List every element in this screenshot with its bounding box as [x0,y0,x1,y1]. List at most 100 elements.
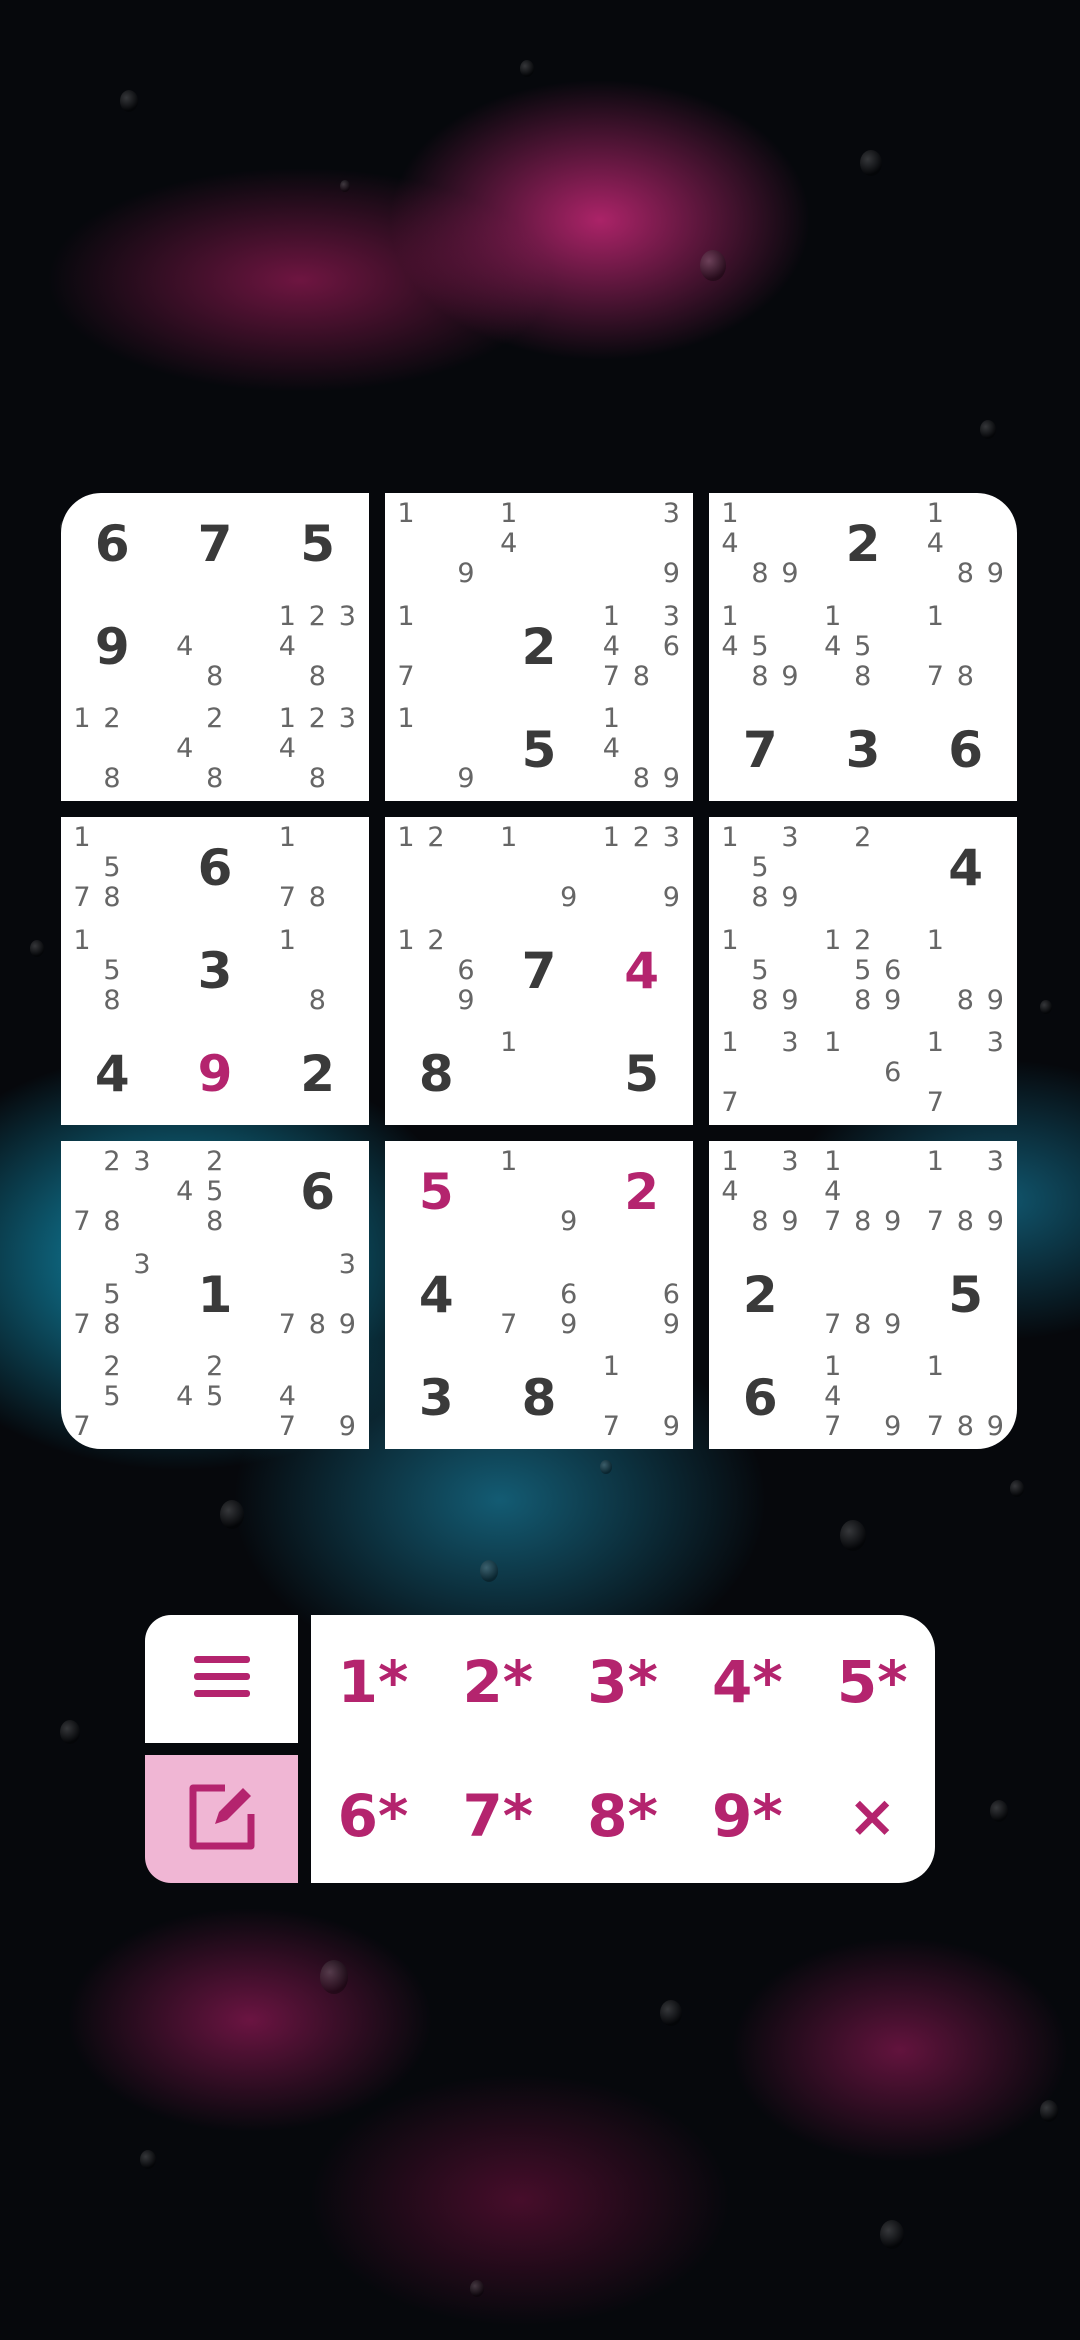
sudoku-cell[interactable]: 18 [266,920,369,1023]
sudoku-cell[interactable]: 8 [385,1022,488,1125]
sudoku-cell[interactable]: 1 3 7 [709,1022,812,1125]
sudoku-cell[interactable]: 1578 [61,817,164,920]
sudoku-cell[interactable]: 1 [488,1022,591,1125]
sudoku-cell[interactable]: 16 [812,1022,915,1125]
sudoku-cell[interactable]: 5 [488,698,591,801]
sudoku-cell[interactable]: 3 [385,1346,488,1449]
sudoku-cell[interactable]: 2 [488,596,591,699]
menu-button[interactable] [145,1615,298,1743]
clear-key[interactable]: × [810,1749,934,1883]
sudoku-cell[interactable]: 2 [812,493,915,596]
digit-key-4[interactable]: 4* [685,1615,809,1749]
sudoku-cell[interactable]: 14589 [709,596,812,699]
candidate-digit: 4 [602,733,620,765]
sudoku-cell[interactable]: 4 [61,1022,164,1125]
sudoku-cell[interactable]: 1489 [914,493,1017,596]
sudoku-cell[interactable]: 4 [385,1244,488,1347]
sudoku-cell[interactable]: 48 [164,596,267,699]
digit-key-9[interactable]: 9* [685,1749,809,1883]
sudoku-cell[interactable]: 1 3 4 6 78 [590,596,693,699]
sudoku-cell[interactable]: 245 [164,1346,267,1449]
sudoku-cell[interactable]: 9 [61,596,164,699]
sudoku-cell[interactable]: 12 8 [61,698,164,801]
sudoku-cell[interactable]: 69 [590,1244,693,1347]
sudoku-cell[interactable]: 6 [266,1141,369,1244]
sudoku-cell[interactable]: 6 [164,817,267,920]
digit-key-5[interactable]: 5* [810,1615,934,1749]
sudoku-cell[interactable]: 1 7 9 [590,1346,693,1449]
sudoku-cell[interactable]: 5 [266,493,369,596]
sudoku-cell[interactable]: 3 789 [266,1244,369,1347]
sudoku-cell[interactable]: 1 3 7 [914,1022,1017,1125]
sudoku-cell[interactable]: 5 [914,1244,1017,1347]
sudoku-cell[interactable]: 23 78 [61,1141,164,1244]
sudoku-cell[interactable]: 158 [61,920,164,1023]
digit-key-3[interactable]: 3* [561,1615,685,1749]
sudoku-cell[interactable]: 2 [812,817,915,920]
pencil-mode-button[interactable] [145,1755,298,1883]
sudoku-cell[interactable]: 14 [488,493,591,596]
sudoku-cell[interactable]: 1589 [709,920,812,1023]
sudoku-cell[interactable]: 5 [385,1141,488,1244]
digit-key-1[interactable]: 1* [311,1615,435,1749]
sudoku-cell[interactable]: 3 [164,920,267,1023]
sudoku-cell[interactable]: 7 [164,493,267,596]
sudoku-cell[interactable]: 2 [266,1022,369,1125]
candidate-digit: 8 [308,882,326,913]
sudoku-cell[interactable]: 1 78 [266,817,369,920]
sudoku-cell[interactable]: 7 [709,698,812,801]
sudoku-cell[interactable]: 1489 [590,698,693,801]
candidate-digit: 8 [956,660,974,692]
digit-key-8[interactable]: 8* [561,1749,685,1883]
sudoku-cell[interactable]: 4 [914,817,1017,920]
sudoku-cell[interactable]: 1489 [709,493,812,596]
candidate-digit: 2 [854,822,872,853]
sudoku-cell[interactable]: 123 48 [266,596,369,699]
sudoku-cell[interactable]: 1 3589 [709,817,812,920]
sudoku-cell[interactable]: 4 [590,920,693,1023]
sudoku-cell[interactable]: 6 7 9 [488,1244,591,1347]
sudoku-cell[interactable]: 5 [590,1022,693,1125]
given-digit: 2 [300,1044,336,1103]
sudoku-cell[interactable]: 2458 [164,1141,267,1244]
sudoku-cell[interactable]: 12 [385,817,488,920]
sudoku-cell[interactable]: 47 9 [266,1346,369,1449]
sudoku-cell[interactable]: 1789 [914,1346,1017,1449]
digit-key-7[interactable]: 7* [436,1749,560,1883]
sudoku-cell[interactable]: 1 [164,1244,267,1347]
sudoku-cell[interactable]: 39 [590,493,693,596]
sudoku-cell[interactable]: 147 9 [812,1346,915,1449]
sudoku-cell[interactable]: 19 [385,493,488,596]
sudoku-cell[interactable]: 6 [61,493,164,596]
sudoku-cell[interactable]: 9 [164,1022,267,1125]
sudoku-cell[interactable]: 8 [488,1346,591,1449]
sudoku-cell[interactable]: 6 [914,698,1017,801]
rain-drop [990,1800,1008,1822]
sudoku-cell[interactable]: 125689 [812,920,915,1023]
sudoku-cell[interactable]: 1269 [385,920,488,1023]
sudoku-cell[interactable]: 19 [385,698,488,801]
sudoku-cell[interactable]: 789 [812,1244,915,1347]
sudoku-cell[interactable]: 6 [709,1346,812,1449]
sudoku-cell[interactable]: 1 3 789 [914,1141,1017,1244]
sudoku-cell[interactable]: 3 [812,698,915,801]
candidate-notes: 1 3 7 [920,1028,1010,1118]
sudoku-cell[interactable]: 123 48 [266,698,369,801]
sudoku-cell[interactable]: 14789 [812,1141,915,1244]
sudoku-cell[interactable]: 1 3 489 [709,1141,812,1244]
sudoku-cell[interactable]: 19 [488,1141,591,1244]
sudoku-cell[interactable]: 123 9 [590,817,693,920]
sudoku-cell[interactable]: 2 [709,1244,812,1347]
sudoku-cell[interactable]: 1 78 [914,596,1017,699]
sudoku-cell[interactable]: 17 [385,596,488,699]
sudoku-cell[interactable]: 257 [61,1346,164,1449]
digit-key-6[interactable]: 6* [311,1749,435,1883]
sudoku-cell[interactable]: 189 [914,920,1017,1023]
sudoku-cell[interactable]: 3578 [61,1244,164,1347]
sudoku-cell[interactable]: 7 [488,920,591,1023]
sudoku-cell[interactable]: 19 [488,817,591,920]
sudoku-cell[interactable]: 1458 [812,596,915,699]
digit-key-2[interactable]: 2* [436,1615,560,1749]
sudoku-cell[interactable]: 2 [590,1141,693,1244]
sudoku-cell[interactable]: 248 [164,698,267,801]
